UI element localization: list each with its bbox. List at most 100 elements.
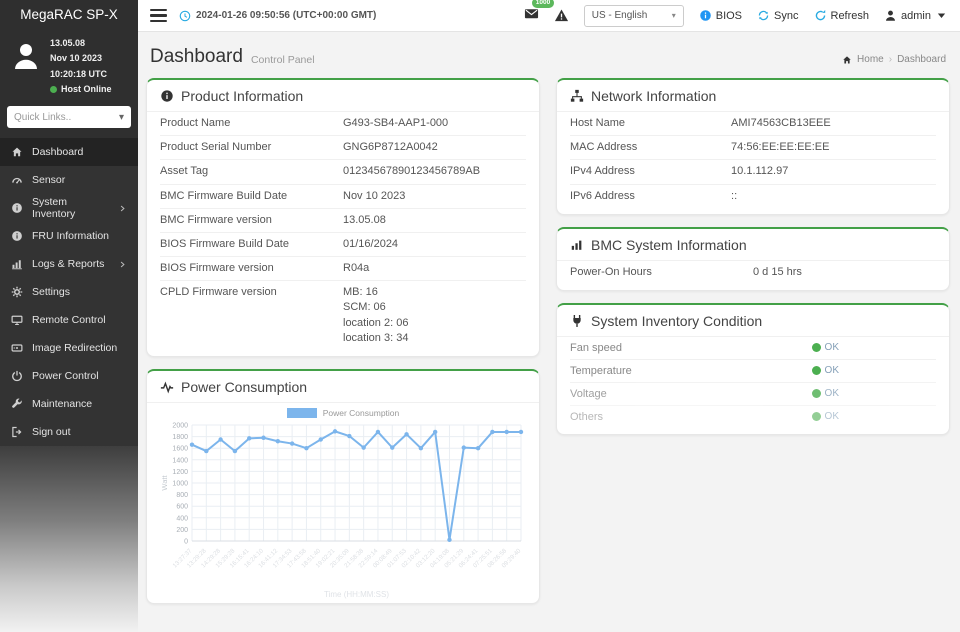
home-icon — [842, 55, 852, 65]
breadcrumb: Home › Dashboard — [842, 54, 946, 65]
brand-title: MegaRAC SP-X — [0, 0, 138, 30]
info-row: IPv4 Address10.1.112.97 — [570, 159, 936, 183]
sidebar-nav: Dashboard Sensor System Inventory FRU In… — [0, 138, 138, 446]
sync-button[interactable]: Sync — [757, 9, 798, 22]
sidebar-item-system-inventory[interactable]: System Inventory — [0, 194, 138, 222]
power-consumption-card: Power Consumption Power Consumption 0200… — [146, 369, 540, 604]
svg-text:200: 200 — [176, 527, 188, 534]
sidebar-user-block: 13.05.08 Nov 10 2023 10:20:18 UTC Host O… — [0, 30, 138, 103]
system-inventory-condition-card: System Inventory Condition Fan speedOK T… — [556, 303, 950, 435]
info-row: MAC Address74:56:EE:EE:EE:EE — [570, 135, 936, 159]
network-nodes-icon — [570, 89, 584, 103]
menu-toggle-button[interactable] — [150, 9, 167, 23]
breadcrumb-home[interactable]: Home — [857, 54, 884, 65]
bmc-system-information-card: BMC System Information Power-On Hours0 d… — [556, 227, 950, 291]
sidebar-item-fru-information[interactable]: FRU Information — [0, 222, 138, 250]
quick-links-select[interactable]: Quick Links.. ▾ — [7, 106, 131, 128]
info-row: BIOS Firmware versionR04a — [160, 256, 526, 280]
firmware-version: 13.05.08 — [50, 36, 132, 51]
user-menu-button[interactable]: admin — [884, 9, 948, 22]
sidebar-item-power-control[interactable]: Power Control — [0, 362, 138, 390]
info-icon — [11, 230, 23, 242]
power-consumption-chart: 020040060080010001200140016001800200013:… — [159, 419, 527, 601]
envelope-icon — [524, 6, 539, 21]
info-row: BIOS Firmware Build Date01/16/2024 — [160, 232, 526, 256]
svg-text:1600: 1600 — [172, 446, 188, 453]
status-badge: OK — [812, 365, 839, 376]
svg-text:1000: 1000 — [172, 480, 188, 487]
svg-text:600: 600 — [176, 504, 188, 511]
pulse-icon — [160, 380, 174, 394]
breadcrumb-current: Dashboard — [897, 54, 946, 65]
condition-row: OthersOK — [570, 405, 936, 428]
topbar: 2024-01-26 09:50:56 (UTC+00:00 GMT) 1000… — [138, 0, 960, 32]
svg-text:0: 0 — [184, 538, 188, 545]
refresh-icon — [814, 9, 827, 22]
info-row: Host NameAMI74563CB13EEE — [570, 112, 936, 135]
sidebar-item-remote-control[interactable]: Remote Control — [0, 306, 138, 334]
network-information-card: Network Information Host NameAMI74563CB1… — [556, 78, 950, 215]
messages-button[interactable]: 1000 — [524, 6, 539, 26]
svg-text:400: 400 — [176, 515, 188, 522]
svg-text:Time (HH:MM:SS): Time (HH:MM:SS) — [324, 590, 389, 599]
svg-text:800: 800 — [176, 492, 188, 499]
info-row: Asset Tag01234567890123456789AB — [160, 159, 526, 183]
svg-text:2000: 2000 — [172, 422, 188, 429]
wrench-icon — [11, 398, 23, 410]
caret-down-icon: ▾ — [672, 11, 676, 20]
home-icon — [11, 146, 23, 158]
info-row: Product NameG493-SB4-AAP1-000 — [160, 112, 526, 135]
sidebar-item-sensor[interactable]: Sensor — [0, 166, 138, 194]
user-icon — [884, 9, 897, 22]
app-window: MegaRAC SP-X 13.05.08 Nov 10 2023 10:20:… — [0, 0, 960, 632]
legend-swatch — [287, 408, 317, 418]
bios-button[interactable]: BIOS — [699, 9, 742, 22]
condition-row: TemperatureOK — [570, 359, 936, 382]
gear-icon — [11, 286, 23, 298]
sidebar-item-maintenance[interactable]: Maintenance — [0, 390, 138, 418]
sync-icon — [757, 9, 770, 22]
card-title: BMC System Information — [591, 237, 747, 253]
info-row: Product Serial NumberGNG6P8712A0042 — [160, 135, 526, 159]
sidebar-item-sign-out[interactable]: Sign out — [0, 418, 138, 446]
sidebar-item-image-redirection[interactable]: Image Redirection — [0, 334, 138, 362]
legend-label: Power Consumption — [323, 408, 400, 418]
chart-legend[interactable]: Power Consumption — [151, 408, 535, 418]
info-icon — [699, 9, 712, 22]
language-select[interactable]: US - English ▾ — [584, 5, 684, 27]
ok-dot — [812, 412, 821, 421]
topbar-datetime: 2024-01-26 09:50:56 (UTC+00:00 GMT) — [179, 10, 376, 22]
power-icon — [11, 370, 23, 382]
product-information-card: Product Information Product NameG493-SB4… — [146, 78, 540, 357]
host-status: Host Online — [61, 82, 112, 97]
info-row: BMC Firmware Build DateNov 10 2023 — [160, 184, 526, 208]
avatar-icon — [10, 40, 42, 72]
svg-text:1800: 1800 — [172, 434, 188, 441]
svg-text:1200: 1200 — [172, 469, 188, 476]
card-title: Product Information — [181, 88, 303, 104]
sidebar-item-dashboard[interactable]: Dashboard — [0, 138, 138, 166]
info-row: CPLD Firmware versionMB: 16 SCM: 06 loca… — [160, 280, 526, 350]
card-title: Network Information — [591, 88, 716, 104]
message-count-badge: 1000 — [532, 0, 554, 8]
sign-out-icon — [11, 426, 23, 438]
status-badge: OK — [812, 388, 839, 399]
svg-text:Watt: Watt — [160, 474, 169, 490]
page-title: Dashboard — [150, 46, 243, 68]
monitor-icon — [11, 314, 23, 326]
content-area: Dashboard Control Panel Home › Dashboard… — [138, 32, 960, 632]
status-badge: OK — [812, 342, 839, 353]
status-badge: OK — [812, 411, 839, 422]
svg-text:1400: 1400 — [172, 457, 188, 464]
warning-icon[interactable] — [554, 8, 569, 23]
refresh-button[interactable]: Refresh — [814, 9, 870, 22]
card-title: System Inventory Condition — [591, 313, 762, 329]
info-row: Power-On Hours0 d 15 hrs — [570, 261, 936, 284]
disc-drive-icon — [11, 342, 23, 354]
condition-row: VoltageOK — [570, 382, 936, 405]
host-online-dot — [50, 86, 57, 93]
bar-chart-icon — [570, 238, 584, 252]
sidebar-item-settings[interactable]: Settings — [0, 278, 138, 306]
chevron-right-icon — [118, 204, 127, 213]
sidebar-item-logs-reports[interactable]: Logs & Reports — [0, 250, 138, 278]
